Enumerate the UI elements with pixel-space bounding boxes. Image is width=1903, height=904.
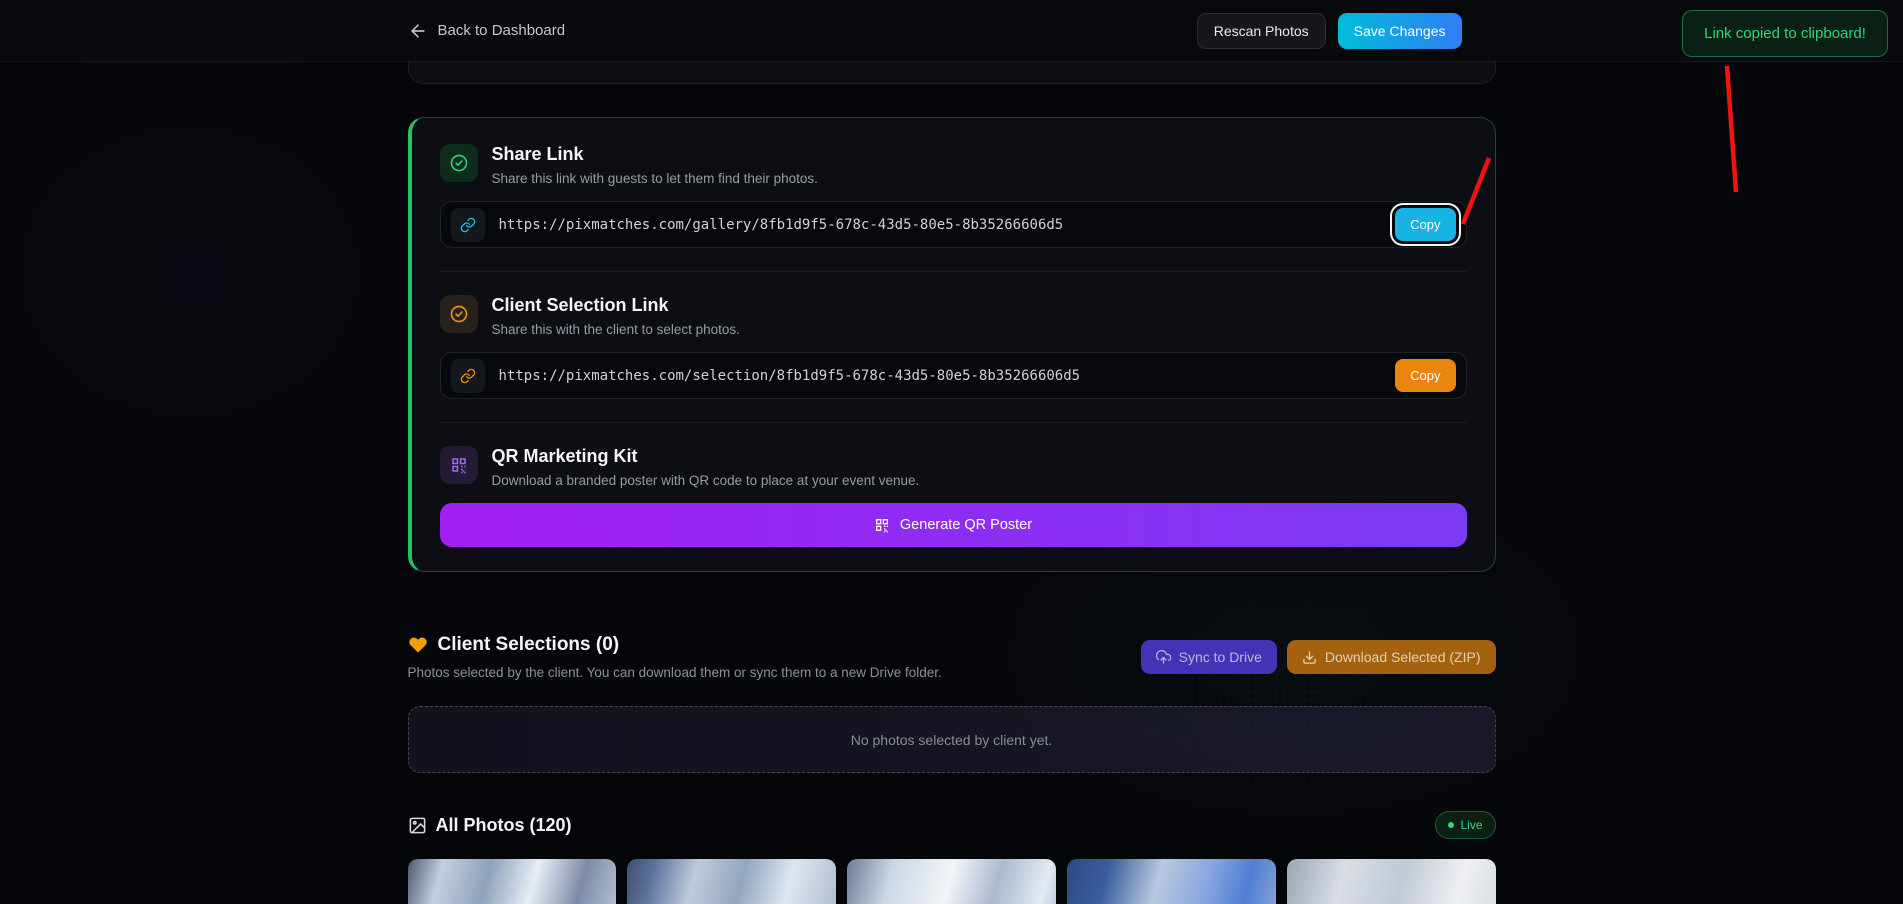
empty-selections-message: No photos selected by client yet.	[851, 732, 1053, 748]
cloud-upload-icon	[1156, 650, 1171, 665]
back-to-dashboard-link[interactable]: Back to Dashboard	[408, 21, 566, 41]
generate-qr-poster-label: Generate QR Poster	[900, 517, 1032, 533]
photo-thumbnail[interactable]	[1067, 859, 1276, 904]
live-dot-icon	[1448, 822, 1454, 828]
selection-url: https://pixmatches.com/selection/8fb1d9f…	[499, 368, 1382, 384]
qr-code-icon	[874, 517, 890, 533]
save-changes-button[interactable]: Save Changes	[1338, 13, 1462, 49]
download-selected-zip-button[interactable]: Download Selected (ZIP)	[1287, 640, 1496, 674]
live-label: Live	[1460, 818, 1482, 832]
page: Back to Dashboard Rescan Photos Save Cha…	[0, 0, 1903, 904]
client-selections-title: Client Selections (0)	[438, 634, 620, 656]
copy-selection-link-button[interactable]: Copy	[1395, 359, 1455, 392]
client-link-check-icon	[440, 295, 478, 333]
selection-url-row: https://pixmatches.com/selection/8fb1d9f…	[440, 352, 1467, 399]
heart-icon	[408, 635, 428, 655]
back-label: Back to Dashboard	[438, 22, 566, 39]
previous-card-bottom	[408, 62, 1496, 84]
main-content: Share Link Share this link with guests t…	[408, 62, 1496, 904]
client-link-description: Share this with the client to select pho…	[492, 322, 740, 337]
gallery-url-row: https://pixmatches.com/gallery/8fb1d9f5-…	[440, 201, 1467, 248]
photo-strip	[408, 859, 1496, 904]
sync-to-drive-button[interactable]: Sync to Drive	[1141, 640, 1277, 674]
client-selection-link-section: Client Selection Link Share this with th…	[440, 295, 1467, 399]
qr-marketing-kit-section: QR Marketing Kit Download a branded post…	[440, 446, 1467, 547]
qr-kit-title: QR Marketing Kit	[492, 446, 920, 467]
generate-qr-poster-button[interactable]: Generate QR Poster	[440, 503, 1467, 547]
photo-thumbnail[interactable]	[408, 859, 617, 904]
gallery-url: https://pixmatches.com/gallery/8fb1d9f5-…	[499, 217, 1382, 233]
client-selections-section: Client Selections (0) Photos selected by…	[408, 634, 1496, 773]
all-photos-section: All Photos (120) Live	[408, 811, 1496, 904]
photo-thumbnail[interactable]	[1287, 859, 1496, 904]
qr-kit-description: Download a branded poster with QR code t…	[492, 473, 920, 488]
photo-thumbnail[interactable]	[847, 859, 1056, 904]
qr-code-icon	[440, 446, 478, 484]
image-icon	[408, 816, 427, 835]
all-photos-title: All Photos (120)	[436, 815, 572, 836]
download-icon	[1302, 650, 1317, 665]
toast-link-copied: Link copied to clipboard!	[1682, 10, 1888, 57]
sync-to-drive-label: Sync to Drive	[1179, 649, 1262, 665]
top-bar: Back to Dashboard Rescan Photos Save Cha…	[0, 0, 1903, 62]
link-icon	[451, 359, 485, 393]
arrow-left-icon	[408, 21, 428, 41]
share-link-section: Share Link Share this link with guests t…	[440, 144, 1467, 248]
header-actions: Rescan Photos Save Changes	[1197, 13, 1496, 49]
empty-selections-box: No photos selected by client yet.	[408, 706, 1496, 773]
share-link-check-icon	[440, 144, 478, 182]
link-icon	[451, 208, 485, 242]
rescan-photos-button[interactable]: Rescan Photos	[1197, 13, 1326, 49]
share-link-title: Share Link	[492, 144, 818, 165]
share-links-card: Share Link Share this link with guests t…	[408, 117, 1496, 572]
copy-gallery-link-button[interactable]: Copy	[1395, 208, 1455, 241]
divider	[440, 271, 1467, 272]
live-badge: Live	[1435, 811, 1495, 839]
client-selections-description: Photos selected by the client. You can d…	[408, 665, 942, 680]
photo-thumbnail[interactable]	[627, 859, 836, 904]
divider	[440, 422, 1467, 423]
client-link-title: Client Selection Link	[492, 295, 740, 316]
share-link-description: Share this link with guests to let them …	[492, 171, 818, 186]
download-selected-zip-label: Download Selected (ZIP)	[1325, 649, 1481, 665]
